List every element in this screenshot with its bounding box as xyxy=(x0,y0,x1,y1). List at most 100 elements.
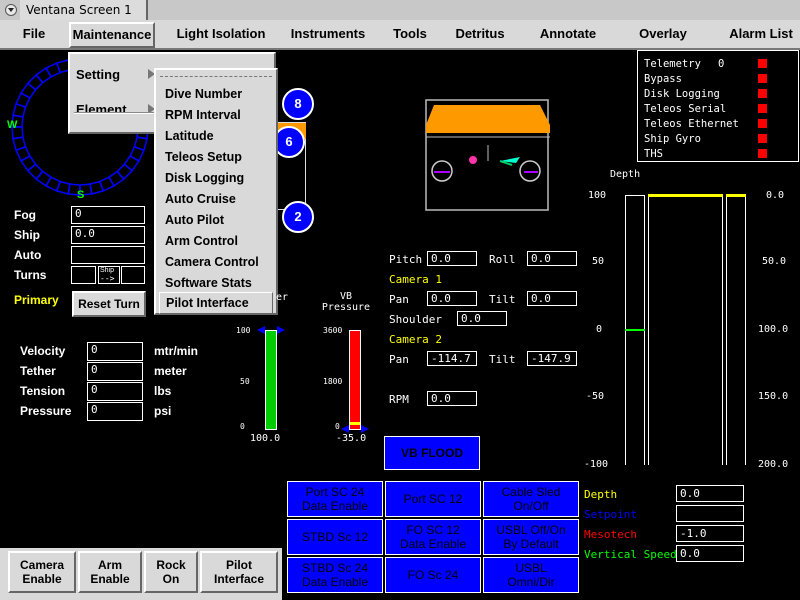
camera-enable-button[interactable]: Camera Enable xyxy=(8,551,76,593)
disk-logging-label: Disk Logging xyxy=(644,88,720,100)
depth-left-tick-5: -100 xyxy=(584,459,609,470)
menu-item-latitude[interactable]: Latitude xyxy=(165,126,214,146)
pitch-field[interactable]: 0.0 xyxy=(427,251,477,266)
roll-label: Roll xyxy=(489,253,516,266)
compass-segment xyxy=(35,170,52,187)
menu-item-setting[interactable]: Setting xyxy=(76,67,120,82)
depth-label: Depth xyxy=(584,488,618,501)
menu-file[interactable]: File xyxy=(14,20,54,48)
setpoint-field[interactable] xyxy=(676,505,744,522)
menu-annotate[interactable]: Annotate xyxy=(535,20,601,48)
tilt1-field[interactable]: 0.0 xyxy=(527,291,577,306)
reset-turn-button[interactable]: Reset Turn xyxy=(72,291,146,317)
camera-badge-3[interactable]: 2 xyxy=(282,201,314,233)
menu-item-pilot-interface[interactable]: Pilot Interface xyxy=(159,292,273,314)
depth-chart-title: Depth xyxy=(610,169,641,180)
menu-instruments[interactable]: Instruments xyxy=(285,20,371,48)
menu-item-camera-control[interactable]: Camera Control xyxy=(165,252,259,272)
menu-item-teleos-setup[interactable]: Teleos Setup xyxy=(165,147,242,167)
menu-item-auto-cruise[interactable]: Auto Cruise xyxy=(165,189,236,209)
menu-item-rpm-interval[interactable]: RPM Interval xyxy=(165,105,241,125)
gauge2-right-arrow-icon[interactable] xyxy=(361,425,369,433)
pitch-label: Pitch xyxy=(389,253,423,266)
button-line-1: FO Sc 24 xyxy=(407,568,459,582)
pressure-field[interactable]: 0 xyxy=(87,402,143,421)
cable-sled-button[interactable]: Cable Sled On/Off xyxy=(483,481,579,517)
tilt2-field[interactable]: -147.9 xyxy=(527,351,577,366)
menu-item-element[interactable]: Element xyxy=(76,102,127,117)
button-line-2: Data Enable xyxy=(301,575,369,589)
ths-label: THS xyxy=(644,148,663,160)
auto-label: Auto xyxy=(14,248,42,262)
menu-item-dive-number[interactable]: Dive Number xyxy=(165,84,242,104)
menu-overlay[interactable]: Overlay xyxy=(634,20,692,48)
menu-tools[interactable]: Tools xyxy=(388,20,432,48)
gauge1-tick-bottom: 0 xyxy=(240,422,245,431)
menu-alarm-list[interactable]: Alarm List xyxy=(726,20,796,48)
menu-item-software-stats[interactable]: Software Stats xyxy=(165,273,252,293)
setpoint-label: Setpoint xyxy=(584,508,637,521)
gauge1-left-arrow-icon[interactable] xyxy=(257,326,265,334)
gauge2-title: VB Pressure xyxy=(321,291,371,313)
depth-field[interactable]: 0.0 xyxy=(676,485,744,502)
vertical-speed-label: Vertical Speed xyxy=(584,548,677,561)
tension-field[interactable]: 0 xyxy=(87,382,143,401)
usbl-omni-dir-button[interactable]: USBL Omni/Dir xyxy=(483,557,579,593)
depth-left-tick-4: -50 xyxy=(586,391,605,402)
port-sc24-data-enable-button[interactable]: Port SC 24 Data Enable xyxy=(287,481,383,517)
pan1-field[interactable]: 0.0 xyxy=(427,291,477,306)
arm-enable-button[interactable]: Arm Enable xyxy=(78,551,142,593)
port-sc12-button[interactable]: Port SC 12 xyxy=(385,481,481,517)
menu-light-isolation[interactable]: Light Isolation xyxy=(170,20,272,48)
pan2-field[interactable]: -114.7 xyxy=(427,351,477,366)
vertical-speed-field[interactable]: 0.0 xyxy=(676,545,744,562)
ship-gyro-alarm-indicator xyxy=(758,134,767,143)
menu-item-disk-logging[interactable]: Disk Logging xyxy=(165,168,244,188)
menu-item-auto-pilot[interactable]: Auto Pilot xyxy=(165,210,224,230)
compass-segment xyxy=(116,163,134,181)
compass-segment xyxy=(20,155,37,172)
button-line-1: Cable Sled xyxy=(501,485,561,499)
pilot-interface-button[interactable]: Pilot Interface xyxy=(200,551,278,593)
rock-on-button[interactable]: Rock On xyxy=(144,551,198,593)
gauge2-level-marker xyxy=(350,422,360,425)
telemetry-status-panel: Telemetry 0 Bypass Disk Logging Teleos S… xyxy=(637,50,799,162)
rpm-field[interactable]: 0.0 xyxy=(427,391,477,406)
button-line-1: STBD Sc 24 xyxy=(301,561,369,575)
button-line-2: Omni/Dir xyxy=(507,575,555,589)
fo-sc12-data-enable-button[interactable]: FO SC 12 Data Enable xyxy=(385,519,481,555)
fo-sc24-button[interactable]: FO Sc 24 xyxy=(385,557,481,593)
menu-item-arm-control[interactable]: Arm Control xyxy=(165,231,238,251)
stbd-sc24-data-enable-button[interactable]: STBD Sc 24 Data Enable xyxy=(287,557,383,593)
vb-flood-button[interactable]: VB FLOOD xyxy=(384,436,480,470)
camera1-label: Camera 1 xyxy=(389,273,442,286)
roll-field[interactable]: 0.0 xyxy=(527,251,577,266)
velocity-field[interactable]: 0 xyxy=(87,342,143,361)
mesotech-field[interactable]: -1.0 xyxy=(676,525,744,542)
menu-maintenance[interactable]: Maintenance xyxy=(69,22,155,48)
menu-detritus[interactable]: Detritus xyxy=(450,20,510,48)
camera-badge-1[interactable]: 8 xyxy=(282,88,314,120)
turns-ship-field[interactable] xyxy=(121,266,145,284)
auto-field[interactable] xyxy=(71,246,145,264)
window-menu-icon[interactable] xyxy=(5,4,17,16)
compass-south-label: S xyxy=(77,189,84,201)
tilt1-label: Tilt xyxy=(489,293,516,306)
gauge1-tick-top: 100 xyxy=(236,326,251,335)
gauge1-right-arrow-icon[interactable] xyxy=(277,326,285,334)
compass-segment xyxy=(129,145,145,163)
turns-field[interactable] xyxy=(71,266,96,284)
depth-right-marker xyxy=(726,194,746,197)
stbd-sc12-button[interactable]: STBD Sc 12 xyxy=(287,519,383,555)
shoulder-label: Shoulder xyxy=(389,313,442,326)
usbl-off-on-button[interactable]: USBL Off/On By Default xyxy=(483,519,579,555)
shoulder-field[interactable]: 0.0 xyxy=(457,311,507,326)
fog-field[interactable]: 0 xyxy=(71,206,145,224)
gauge1-fill xyxy=(266,331,276,429)
depth-right-tick-2: 50.0 xyxy=(762,256,787,267)
ship-field[interactable]: 0.0 xyxy=(71,226,145,244)
tether-field[interactable]: 0 xyxy=(87,362,143,381)
gauge2-left-arrow-icon[interactable] xyxy=(341,425,349,433)
vertical-speed-marker xyxy=(625,329,645,331)
compass-segment xyxy=(55,180,71,195)
